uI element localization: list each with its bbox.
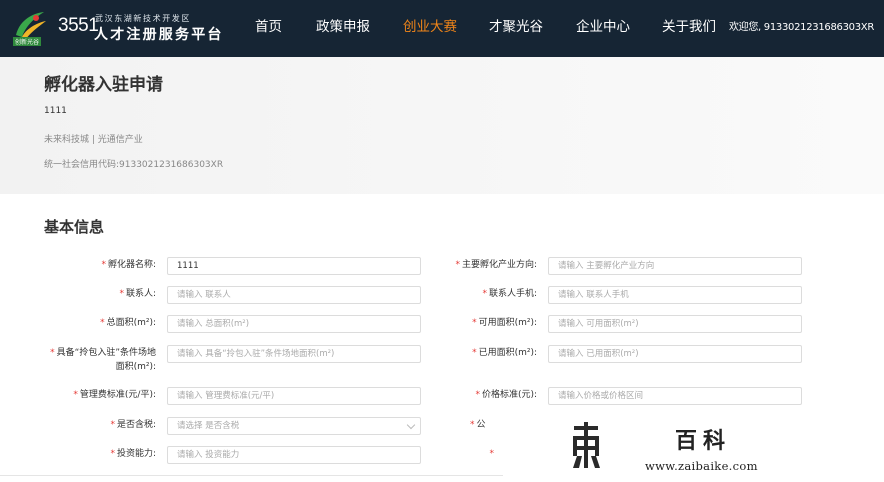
price-input[interactable]: 请输入价格或价格区间 <box>548 387 802 405</box>
logo-caption: 创新光谷 <box>13 37 42 46</box>
field-label: * 孵化器名称: <box>101 260 156 270</box>
top-navigation-bar: 创新光谷 3551 武汉东湖新技术开发区 人才注册服务平台 首页 政策申报 创业… <box>0 0 884 57</box>
field-label: * 公 <box>470 420 486 430</box>
incubator-name-input[interactable]: 1111 <box>167 257 421 275</box>
field-label: * 价格标准(元): <box>475 390 537 400</box>
field-label: * 投资能力: <box>110 449 156 459</box>
field-label: * 具备“拎包入驻”条件场地面积(m²): <box>50 348 156 372</box>
nav-enterprise[interactable]: 企业中心 <box>576 15 630 35</box>
field-label: * 管理费标准(元/平): <box>73 390 156 400</box>
chevron-down-icon <box>406 420 416 430</box>
watermark-text: 百科 <box>675 428 732 454</box>
total-area-input[interactable]: 请输入 总面积(m²) <box>167 315 421 333</box>
management-fee-input[interactable]: 请输入 管理费标准(元/平) <box>167 387 421 405</box>
nav-home[interactable]: 首页 <box>255 15 282 35</box>
brand-subtitle: 武汉东湖新技术开发区 <box>95 14 191 23</box>
nav-policy[interactable]: 政策申报 <box>316 15 370 35</box>
nav-about[interactable]: 关于我们 <box>662 15 716 35</box>
field-label: * 主要孵化产业方向: <box>455 260 537 270</box>
watermark-logo-icon <box>573 422 600 468</box>
section-title: 基本信息 <box>44 218 105 236</box>
field-label: * 已用面积(m²): <box>472 348 537 358</box>
field-label: * 总面积(m²): <box>100 318 156 328</box>
page-title: 孵化器入驻申请 <box>44 75 163 95</box>
tax-included-select[interactable]: 请选择 是否含税 <box>167 417 421 435</box>
used-area-input[interactable]: 请输入 已用面积(m²) <box>548 345 802 363</box>
ready-area-input[interactable]: 请输入 具备“拎包入驻”条件场地面积(m²) <box>167 345 421 363</box>
field-label: * 联系人: <box>119 289 156 299</box>
field-label: * <box>489 449 495 459</box>
contact-input[interactable]: 请输入 联系人 <box>167 286 421 304</box>
field-label: * 联系人手机: <box>482 289 537 299</box>
field-label: * 可用面积(m²): <box>472 318 537 328</box>
industry-direction-input[interactable]: 请输入 主要孵化产业方向 <box>548 257 802 275</box>
credit-code: 统一社会信用代码:9133021231686303XR <box>44 160 224 170</box>
field-label: * 是否含税: <box>110 420 156 430</box>
divider <box>0 475 503 476</box>
watermark-url: www.zaibaike.com <box>645 459 758 473</box>
contact-phone-input[interactable]: 请输入 联系人手机 <box>548 286 802 304</box>
welcome-user[interactable]: 欢迎您, 913302123168630​3XR <box>729 18 874 33</box>
nav-talent[interactable]: 才聚光谷 <box>489 15 543 35</box>
incubator-meta: 未来科技城 | 光通信产业 <box>44 135 143 145</box>
brand-title: 人才注册服务平台 <box>94 27 224 43</box>
investment-capacity-input[interactable]: 请输入 投资能力 <box>167 446 421 464</box>
nav-startup-contest[interactable]: 创业大赛 <box>403 15 457 35</box>
available-area-input[interactable]: 请输入 可用面积(m²) <box>548 315 802 333</box>
incubator-name: 1111 <box>44 106 67 116</box>
brand-number: 3551 <box>58 15 99 36</box>
